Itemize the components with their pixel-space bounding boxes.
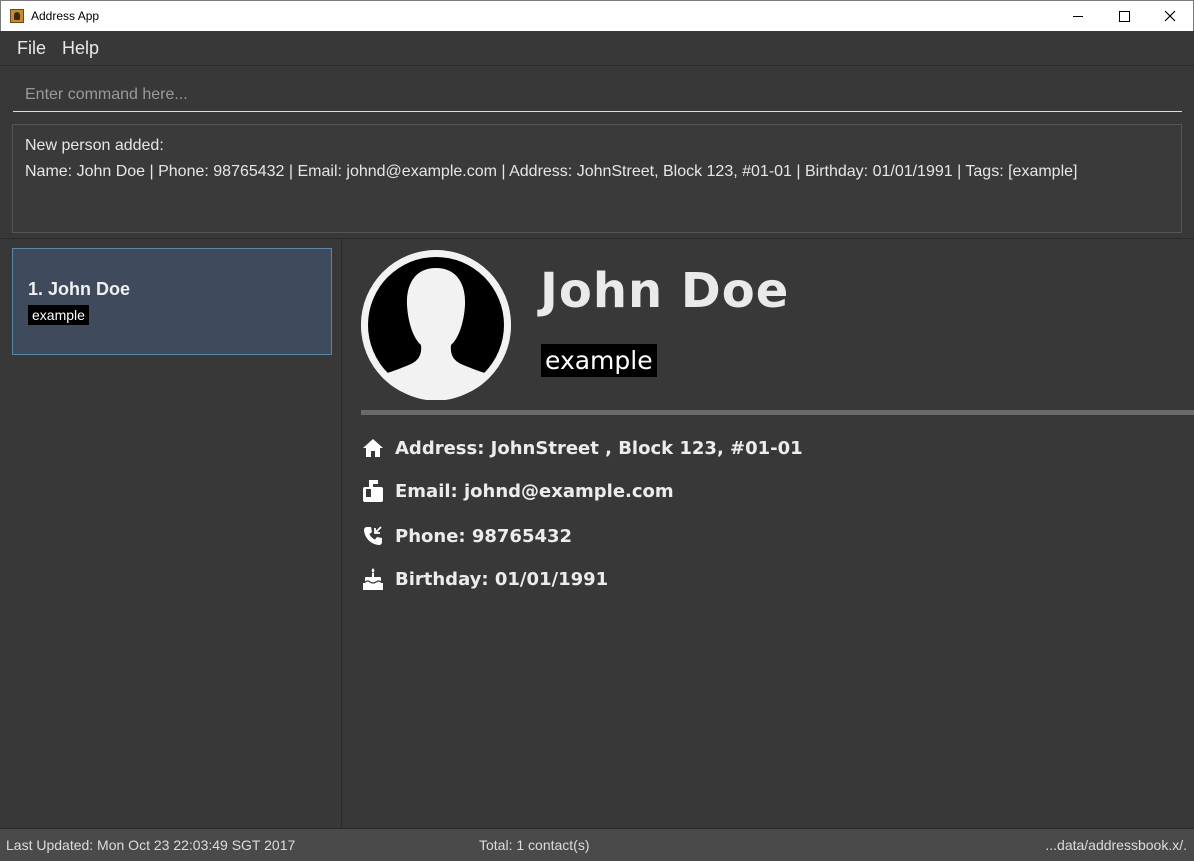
minimize-button[interactable]: [1055, 1, 1101, 31]
person-card-name: 1. John Doe: [28, 279, 131, 299]
app-icon: [10, 9, 24, 23]
detail-name: John Doe: [540, 263, 790, 319]
menu-file[interactable]: File: [17, 38, 46, 59]
phone-text: Phone: 98765432: [395, 525, 573, 547]
close-icon: [1164, 10, 1176, 22]
birthday-row: Birthday: 01/01/1991: [361, 567, 608, 591]
email-row: Email: johnd@example.com: [361, 479, 674, 503]
address-row: Address: JohnStreet , Block 123, #01-01: [361, 436, 803, 460]
window-controls: [1055, 1, 1193, 31]
person-card-tag: example: [28, 305, 89, 325]
file-path-status: ...data/addressbook.x/.: [1045, 837, 1187, 853]
window-title: Address App: [31, 9, 100, 23]
mailbox-icon: [361, 479, 385, 503]
title-bar: Address App: [0, 0, 1194, 31]
total-contacts-status: Total: 1 contact(s): [479, 837, 590, 853]
menu-bar: File Help: [0, 31, 1194, 66]
status-bar: Last Updated: Mon Oct 23 22:03:49 SGT 20…: [0, 828, 1194, 861]
menu-help[interactable]: Help: [62, 38, 99, 59]
home-icon: [361, 436, 385, 460]
email-text: Email: johnd@example.com: [395, 480, 674, 502]
person-list-item[interactable]: 1. John Doe example: [12, 248, 332, 355]
birthday-text: Birthday: 01/01/1991: [395, 568, 609, 590]
person-list-panel: 1. John Doe example: [0, 239, 342, 828]
cake-icon: [361, 567, 385, 591]
result-display: New person added: Name: John Doe | Phone…: [12, 124, 1182, 233]
detail-tag: example: [541, 344, 657, 377]
profile-silhouette-icon: [361, 250, 511, 401]
person-detail-panel: John Doe example Address: JohnStreet , B…: [343, 239, 1194, 828]
phone-row: Phone: 98765432: [361, 524, 572, 548]
maximize-icon: [1118, 10, 1130, 22]
detail-divider: [361, 410, 1194, 415]
command-box: [0, 67, 1194, 119]
avatar: [361, 250, 511, 401]
close-button[interactable]: [1147, 1, 1193, 31]
address-text: Address: JohnStreet , Block 123, #01-01: [395, 437, 803, 459]
phone-icon: [361, 524, 385, 548]
maximize-button[interactable]: [1101, 1, 1147, 31]
command-input[interactable]: [13, 79, 1182, 112]
result-line-1: New person added:: [25, 137, 164, 154]
minimize-icon: [1072, 15, 1083, 17]
result-line-2: Name: John Doe | Phone: 98765432 | Email…: [25, 163, 1078, 180]
last-updated-status: Last Updated: Mon Oct 23 22:03:49 SGT 20…: [6, 837, 296, 853]
